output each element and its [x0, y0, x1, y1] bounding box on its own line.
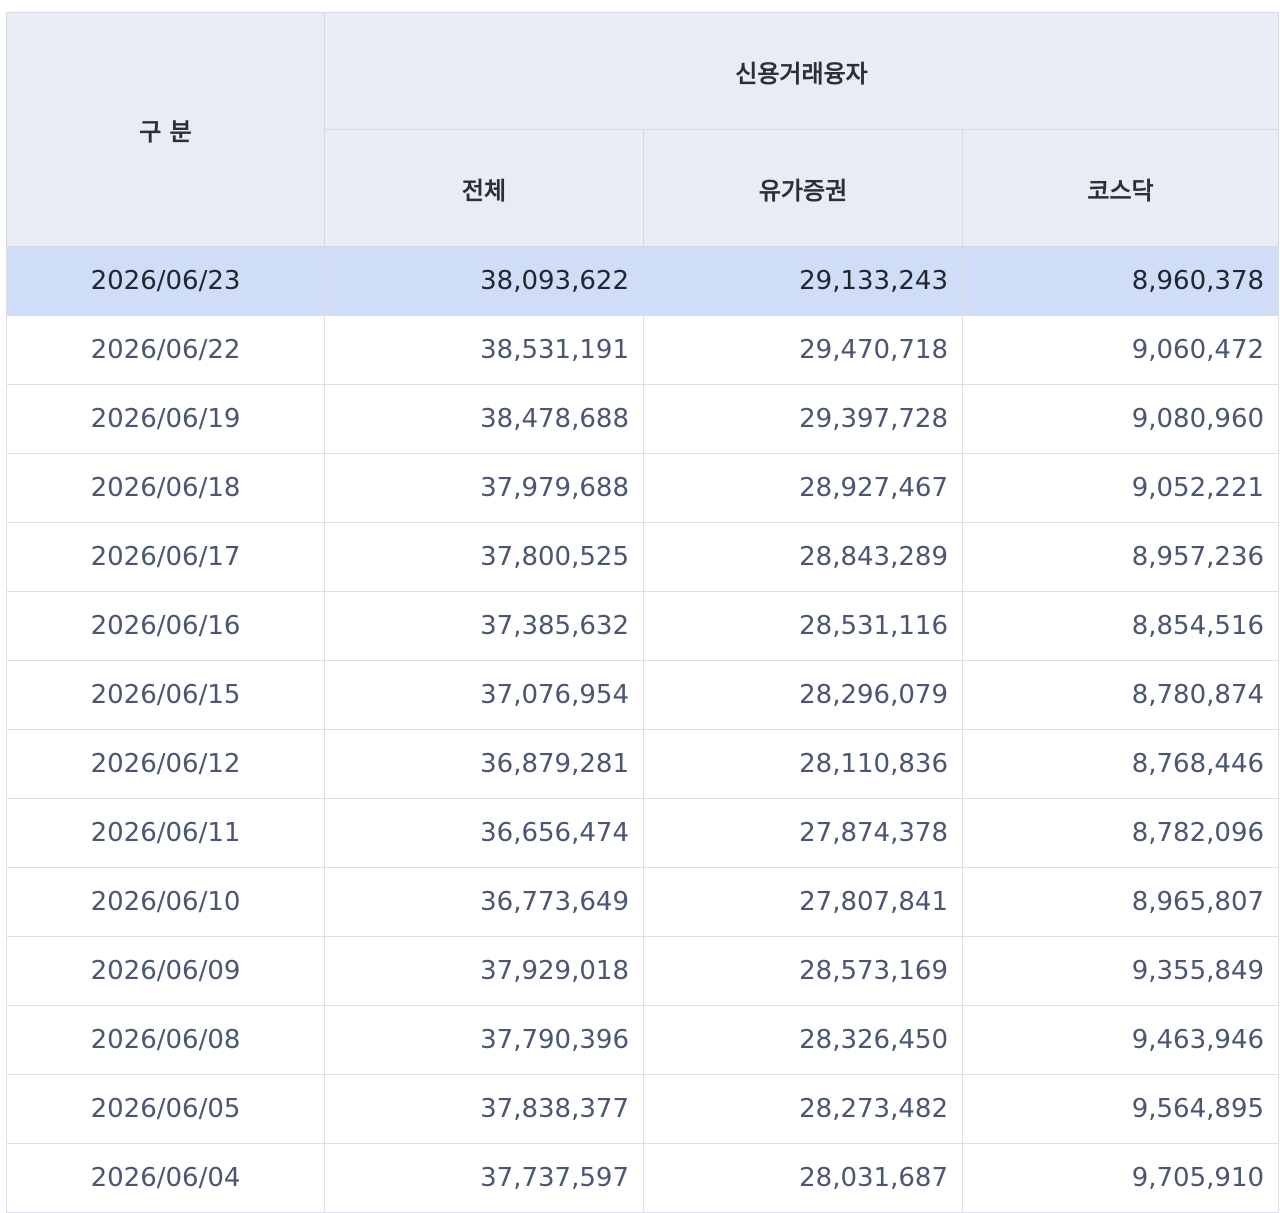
total-cell: 37,929,018 — [324, 936, 644, 1006]
date-cell: 2026/06/10 — [6, 867, 325, 937]
table-row[interactable]: 2026/06/05 37,838,377 28,273,482 9,564,895 — [6, 1074, 1280, 1144]
kosdaq-cell: 9,564,895 — [961, 1074, 1280, 1144]
date-cell: 2026/06/17 — [6, 522, 325, 592]
header-kospi: 유가증권 — [643, 129, 963, 247]
kospi-cell: 28,031,687 — [643, 1143, 963, 1213]
kosdaq-cell: 8,854,516 — [961, 591, 1280, 661]
total-cell: 37,979,688 — [324, 453, 644, 523]
header-credit-loan-group: 신용거래융자 — [323, 12, 1280, 130]
kospi-cell: 29,397,728 — [643, 384, 963, 454]
kospi-cell: 28,927,467 — [643, 453, 963, 523]
table-row[interactable]: 2026/06/12 36,879,281 28,110,836 8,768,446 — [6, 729, 1280, 799]
table-row[interactable]: 2026/06/22 38,531,191 29,470,718 9,060,472 — [6, 315, 1280, 385]
table-row[interactable]: 2026/06/09 37,929,018 28,573,169 9,355,849 — [6, 936, 1280, 1006]
date-cell: 2026/06/19 — [6, 384, 325, 454]
total-cell: 37,385,632 — [324, 591, 644, 661]
kosdaq-cell: 9,060,472 — [961, 315, 1280, 385]
header-total: 전체 — [324, 129, 644, 247]
date-cell: 2026/06/11 — [6, 798, 325, 868]
kospi-cell: 27,807,841 — [643, 867, 963, 937]
total-cell: 38,531,191 — [324, 315, 644, 385]
date-cell: 2026/06/16 — [6, 591, 325, 661]
total-cell: 36,879,281 — [324, 729, 644, 799]
kospi-cell: 28,296,079 — [643, 660, 963, 730]
kosdaq-cell: 9,080,960 — [961, 384, 1280, 454]
total-cell: 37,790,396 — [324, 1005, 644, 1075]
credit-loan-table-container: 구 분 신용거래융자 전체 유가증권 코스닥 2026/06/23 38,093,… — [6, 12, 1280, 1213]
table-row[interactable]: 2026/06/08 37,790,396 28,326,450 9,463,946 — [6, 1005, 1280, 1075]
kospi-cell: 28,273,482 — [643, 1074, 963, 1144]
total-cell: 36,656,474 — [324, 798, 644, 868]
kosdaq-cell: 8,768,446 — [961, 729, 1280, 799]
table-row[interactable]: 2026/06/17 37,800,525 28,843,289 8,957,236 — [6, 522, 1280, 592]
table-body: 2026/06/23 38,093,622 29,133,243 8,960,378 2… — [6, 246, 1280, 1213]
table-row[interactable]: 2026/06/10 36,773,649 27,807,841 8,965,807 — [6, 867, 1280, 937]
header-row-group: 구 분 신용거래융자 — [6, 12, 1280, 247]
kospi-cell: 29,133,243 — [643, 246, 963, 316]
table-row[interactable]: 2026/06/19 38,478,688 29,397,728 9,080,960 — [6, 384, 1280, 454]
kospi-cell: 28,573,169 — [643, 936, 963, 1006]
table-header: 구 분 신용거래융자 전체 유가증권 코스닥 — [6, 12, 1280, 247]
total-cell: 36,773,649 — [324, 867, 644, 937]
kosdaq-cell: 9,463,946 — [961, 1005, 1280, 1075]
table-row[interactable]: 2026/06/11 36,656,474 27,874,378 8,782,096 — [6, 798, 1280, 868]
total-cell: 38,093,622 — [324, 246, 644, 316]
kosdaq-cell: 9,355,849 — [961, 936, 1280, 1006]
kospi-cell: 27,874,378 — [643, 798, 963, 868]
table-row[interactable]: 2026/06/04 37,737,597 28,031,687 9,705,910 — [6, 1143, 1280, 1213]
total-cell: 37,800,525 — [324, 522, 644, 592]
total-cell: 37,737,597 — [324, 1143, 644, 1213]
date-cell: 2026/06/23 — [6, 246, 325, 316]
date-cell: 2026/06/05 — [6, 1074, 325, 1144]
date-cell: 2026/06/18 — [6, 453, 325, 523]
credit-loan-table: 구 분 신용거래융자 전체 유가증권 코스닥 2026/06/23 38,093,… — [6, 12, 1280, 1213]
date-cell: 2026/06/22 — [6, 315, 325, 385]
header-category: 구 분 — [6, 12, 325, 247]
kosdaq-cell: 8,957,236 — [961, 522, 1280, 592]
kosdaq-cell: 9,705,910 — [961, 1143, 1280, 1213]
table-row[interactable]: 2026/06/18 37,979,688 28,927,467 9,052,221 — [6, 453, 1280, 523]
kosdaq-cell: 9,052,221 — [961, 453, 1280, 523]
date-cell: 2026/06/04 — [6, 1143, 325, 1213]
kosdaq-cell: 8,782,096 — [961, 798, 1280, 868]
kospi-cell: 28,110,836 — [643, 729, 963, 799]
kospi-cell: 28,531,116 — [643, 591, 963, 661]
date-cell: 2026/06/08 — [6, 1005, 325, 1075]
table-row[interactable]: 2026/06/15 37,076,954 28,296,079 8,780,874 — [6, 660, 1280, 730]
total-cell: 37,838,377 — [324, 1074, 644, 1144]
kospi-cell: 28,843,289 — [643, 522, 963, 592]
header-kosdaq: 코스닥 — [961, 129, 1280, 247]
total-cell: 38,478,688 — [324, 384, 644, 454]
date-cell: 2026/06/15 — [6, 660, 325, 730]
date-cell: 2026/06/12 — [6, 729, 325, 799]
kosdaq-cell: 8,960,378 — [961, 246, 1280, 316]
table-row[interactable]: 2026/06/16 37,385,632 28,531,116 8,854,516 — [6, 591, 1280, 661]
kosdaq-cell: 8,780,874 — [961, 660, 1280, 730]
kospi-cell: 28,326,450 — [643, 1005, 963, 1075]
kosdaq-cell: 8,965,807 — [961, 867, 1280, 937]
total-cell: 37,076,954 — [324, 660, 644, 730]
date-cell: 2026/06/09 — [6, 936, 325, 1006]
table-row[interactable]: 2026/06/23 38,093,622 29,133,243 8,960,378 — [6, 246, 1280, 316]
kospi-cell: 29,470,718 — [643, 315, 963, 385]
